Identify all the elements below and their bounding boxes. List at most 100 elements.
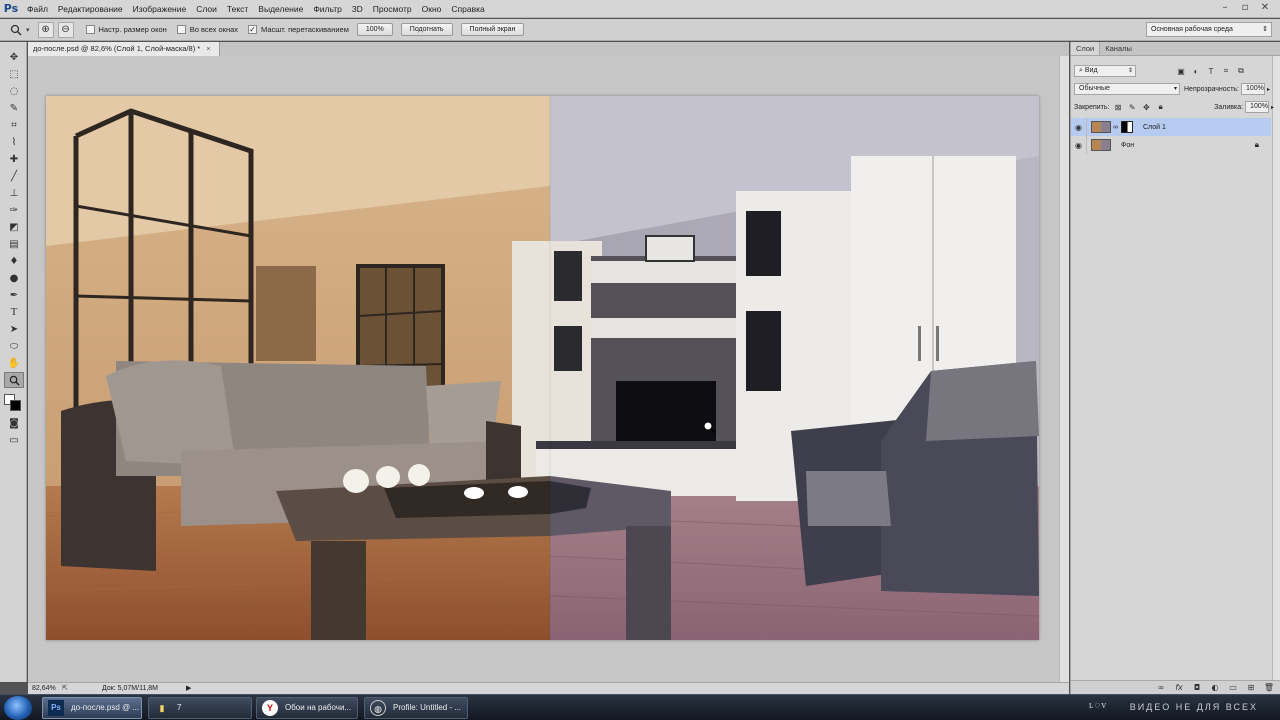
zoom-out-icon[interactable]: ⊖ <box>57 21 74 38</box>
taskbar-item-obs[interactable]: ◍ Profile: Untitled - ... <box>364 697 468 719</box>
zoom-in-icon[interactable]: ⊕ <box>37 21 54 38</box>
pen-tool-icon[interactable]: ✒ <box>4 287 24 303</box>
lock-position-icon[interactable]: ✥ <box>1141 101 1152 113</box>
visibility-eye-icon[interactable]: ◉ <box>1071 136 1087 154</box>
background-color-swatch[interactable] <box>10 400 21 411</box>
lock-transparency-icon[interactable]: ⊠ <box>1112 101 1123 113</box>
tool-preset-chevron-icon[interactable]: ▾ <box>26 26 30 34</box>
resize-windows-checkbox[interactable]: Настр. размер окон <box>85 25 167 34</box>
maximize-icon[interactable]: ▫ <box>1236 1 1254 15</box>
new-group-icon[interactable]: ▭ <box>1227 682 1239 694</box>
eraser-tool-icon[interactable]: ◩ <box>4 219 24 235</box>
stamp-tool-icon[interactable]: ⊥ <box>4 185 24 201</box>
layer-row-background[interactable]: ◉ Фон 🔒︎ <box>1071 136 1271 154</box>
image-filter-icon[interactable]: ▣ <box>1175 65 1187 77</box>
layer-row-layer1[interactable]: ◉ ∞ Слой 1 <box>1071 118 1271 136</box>
menu-3d[interactable]: 3D <box>347 0 368 18</box>
smart-object-filter-icon[interactable]: ⧉ <box>1235 65 1247 77</box>
scrubby-zoom-checkbox[interactable]: ✓ Масшт. перетаскиванием <box>248 25 349 34</box>
layer-style-icon[interactable]: fx <box>1173 682 1185 694</box>
blend-mode-select[interactable]: Обычные ▾ <box>1074 83 1180 95</box>
workspace-select[interactable]: Основная рабочая среда ⇕ <box>1146 22 1272 37</box>
lock-all-icon[interactable]: 🔒︎ <box>1155 101 1166 113</box>
fit-screen-button[interactable]: Подогнать <box>400 23 453 36</box>
lasso-tool-icon[interactable]: ◌ <box>4 83 24 99</box>
gradient-tool-icon[interactable]: ▤ <box>4 236 24 252</box>
adjustment-filter-icon[interactable]: ◐ <box>1190 65 1202 77</box>
shape-filter-icon[interactable]: ⌗ <box>1220 65 1232 77</box>
panel-scrollbar[interactable] <box>1272 56 1280 680</box>
zoom-tool-icon[interactable] <box>4 372 24 388</box>
zoom-tool-icon[interactable] <box>8 22 24 38</box>
type-tool-icon[interactable]: T <box>4 304 24 320</box>
dodge-tool-icon[interactable]: ● <box>4 270 24 286</box>
menu-edit[interactable]: Редактирование <box>53 0 128 18</box>
layer-thumbnail[interactable] <box>1091 139 1111 151</box>
all-windows-checkbox[interactable]: Во всех окнах <box>176 25 238 34</box>
filter-select[interactable]: ⌕ Вид ⇕ <box>1074 65 1136 77</box>
new-layer-icon[interactable]: ⊞ <box>1245 682 1257 694</box>
taskbar-label: 7 <box>177 703 182 712</box>
document-tab[interactable]: до-после.psd @ 82,6% (Слой 1, Слой-маска… <box>28 42 220 56</box>
marquee-tool-icon[interactable]: ⬚ <box>4 66 24 82</box>
menu-select[interactable]: Выделение <box>253 0 308 18</box>
scrubby-zoom-box[interactable]: ✓ <box>248 25 258 34</box>
brush-tool-icon[interactable]: ╱ <box>4 168 24 184</box>
layer-name[interactable]: Слой 1 <box>1143 124 1166 131</box>
menu-layers[interactable]: Слои <box>191 0 222 18</box>
vertical-scrollbar[interactable] <box>1059 56 1069 688</box>
opacity-chevron-icon[interactable]: ▸ <box>1267 86 1270 93</box>
quick-select-tool-icon[interactable]: ✎ <box>4 100 24 116</box>
status-menu-chevron-icon[interactable]: ▶ <box>186 683 191 694</box>
fill-chevron-icon[interactable]: ▸ <box>1271 104 1274 111</box>
eyedropper-tool-icon[interactable]: ⌇ <box>4 134 24 150</box>
close-tab-icon[interactable]: × <box>206 44 210 53</box>
layer-name[interactable]: Фон <box>1121 142 1134 149</box>
zoom-100-button[interactable]: 100% <box>356 23 393 36</box>
adjustment-layer-icon[interactable]: ◐ <box>1209 682 1221 694</box>
chain-link-icon[interactable]: ∞ <box>1113 124 1118 131</box>
menu-help[interactable]: Справка <box>446 0 489 18</box>
add-mask-icon[interactable]: ◘ <box>1191 682 1203 694</box>
hand-tool-icon[interactable]: ✋ <box>4 355 24 371</box>
taskbar-item-photoshop[interactable]: Ps до-после.psd @ ... <box>42 697 142 719</box>
menu-filter[interactable]: Фильтр <box>308 0 347 18</box>
resize-windows-box[interactable] <box>85 25 95 34</box>
share-icon[interactable]: ⇱ <box>62 683 68 694</box>
shape-tool-icon[interactable]: ⬭ <box>4 338 24 354</box>
menu-window[interactable]: Окно <box>417 0 447 18</box>
crop-tool-icon[interactable]: ⌗ <box>4 117 24 133</box>
opacity-input[interactable]: 100% <box>1241 83 1265 95</box>
fill-screen-button[interactable]: Полный экран <box>460 23 525 36</box>
menu-file[interactable]: Файл <box>22 0 53 18</box>
healing-brush-tool-icon[interactable]: ✚ <box>4 151 24 167</box>
link-layers-icon[interactable]: ∞ <box>1155 682 1167 694</box>
quick-mask-icon[interactable]: ◙ <box>4 415 24 431</box>
tab-layers[interactable]: Слои <box>1071 42 1101 55</box>
visibility-eye-icon[interactable]: ◉ <box>1071 118 1087 136</box>
path-select-tool-icon[interactable]: ➤ <box>4 321 24 337</box>
blur-tool-icon[interactable]: ♦ <box>4 253 24 269</box>
menu-image[interactable]: Изображение <box>128 0 192 18</box>
menu-type[interactable]: Текст <box>222 0 253 18</box>
fill-input[interactable]: 100% <box>1245 101 1269 113</box>
screen-mode-icon[interactable]: ▭ <box>4 432 24 448</box>
type-filter-icon[interactable]: T <box>1205 65 1217 77</box>
color-swatches[interactable] <box>0 392 26 414</box>
layer-mask-thumbnail[interactable] <box>1121 121 1133 133</box>
minimize-icon[interactable]: – <box>1216 1 1234 15</box>
all-windows-box[interactable] <box>176 25 186 34</box>
lock-pixels-icon[interactable]: ✎ <box>1127 101 1138 113</box>
tab-channels[interactable]: Каналы <box>1100 42 1137 55</box>
delete-layer-icon[interactable]: 🗑︎ <box>1263 682 1275 694</box>
layer-thumbnail[interactable] <box>1091 121 1111 133</box>
menu-view[interactable]: Просмотр <box>368 0 417 18</box>
zoom-status[interactable]: 82,64% <box>32 683 56 694</box>
move-tool-icon[interactable]: ✥ <box>4 49 24 65</box>
start-button[interactable] <box>4 696 32 720</box>
before-after-image[interactable] <box>46 96 1039 640</box>
taskbar-item-browser[interactable]: Y Обои на рабочи... <box>256 697 358 719</box>
close-icon[interactable]: ✕ <box>1256 1 1274 15</box>
history-brush-tool-icon[interactable]: ✑ <box>4 202 24 218</box>
taskbar-item-folder[interactable]: ▮ 7 <box>148 697 252 719</box>
